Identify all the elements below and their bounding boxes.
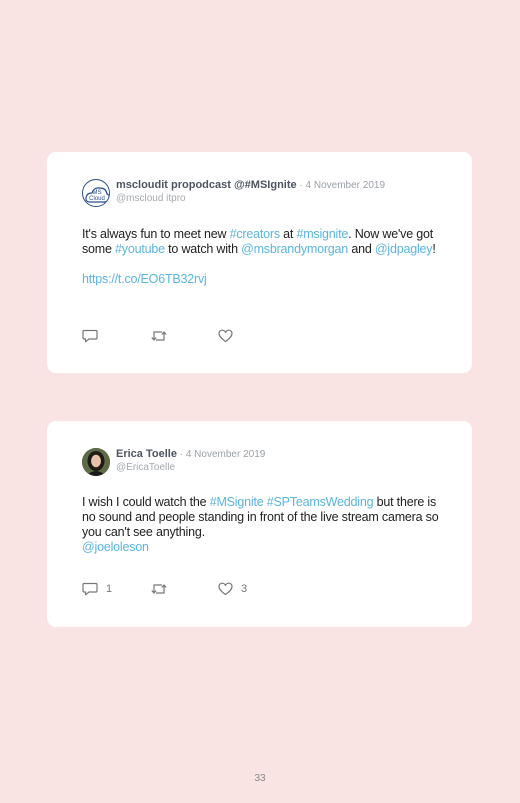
retweet-icon <box>150 582 168 596</box>
hashtag-link[interactable]: #SPTeamsWedding <box>267 495 374 509</box>
tweet-header: Erica Toelle · 4 November 2019 @EricaToe… <box>82 448 265 476</box>
text-segment: I wish I could watch the <box>82 495 210 509</box>
reply-button[interactable]: 1 <box>82 582 150 596</box>
retweet-button[interactable] <box>150 582 218 596</box>
like-icon <box>218 582 233 596</box>
reply-icon <box>82 329 98 343</box>
avatar[interactable] <box>82 448 110 476</box>
separator: · <box>296 180 306 191</box>
text-segment: and <box>348 242 375 256</box>
mention-link[interactable]: @joeloleson <box>82 540 149 554</box>
text-segment: It's always fun to meet new <box>82 227 230 241</box>
tweet-card: Erica Toelle · 4 November 2019 @EricaToe… <box>47 421 472 627</box>
like-icon <box>218 329 233 343</box>
tweet-date[interactable]: 4 November 2019 <box>186 449 266 460</box>
tweet-date[interactable]: 4 November 2019 <box>306 180 386 191</box>
tweet-body: It's always fun to meet new #creators at… <box>82 227 442 287</box>
reply-icon <box>82 582 98 596</box>
hashtag-link[interactable]: #creators <box>230 227 281 241</box>
tweet-card: MS Cloud mscloudit propodcast @#MSIgnite… <box>47 152 472 373</box>
tweet-actions <box>82 329 278 343</box>
svg-text:Cloud: Cloud <box>89 196 105 202</box>
avatar[interactable]: MS Cloud <box>82 179 110 207</box>
reply-count: 1 <box>106 583 113 595</box>
user-handle[interactable]: @mscloud itpro <box>116 192 385 205</box>
like-button[interactable]: 3 <box>218 582 278 596</box>
retweet-icon <box>150 329 168 343</box>
tweet-text: I wish I could watch the #MSignite #SPTe… <box>82 495 442 540</box>
tweet-actions: 1 3 <box>82 582 278 596</box>
hashtag-link[interactable]: #msignite <box>296 227 348 241</box>
tweet-text: It's always fun to meet new #creators at… <box>82 227 442 257</box>
tweet-body: I wish I could watch the #MSignite #SPTe… <box>82 495 442 555</box>
retweet-button[interactable] <box>150 329 218 343</box>
mention-link[interactable]: @jdpagley <box>375 242 433 256</box>
tweet-header: MS Cloud mscloudit propodcast @#MSIgnite… <box>82 179 385 207</box>
url-link[interactable]: https://t.co/EO6TB32rvj <box>82 272 207 286</box>
text-segment: at <box>279 227 297 241</box>
display-name[interactable]: mscloudit propodcast @#MSIgnite <box>116 179 297 191</box>
hashtag-link[interactable]: #MSignite <box>210 495 264 509</box>
mention-link[interactable]: @msbrandymorgan <box>241 242 348 256</box>
text-segment: to watch with <box>164 242 242 256</box>
like-button[interactable] <box>218 329 278 343</box>
page-number: 33 <box>254 773 266 784</box>
reply-button[interactable] <box>82 329 150 343</box>
separator: · <box>176 449 186 460</box>
text-segment: ! <box>432 242 436 256</box>
hashtag-link[interactable]: #youtube <box>115 242 165 256</box>
user-handle[interactable]: @EricaToelle <box>116 461 265 474</box>
like-count: 3 <box>241 583 248 595</box>
display-name[interactable]: Erica Toelle <box>116 448 177 460</box>
